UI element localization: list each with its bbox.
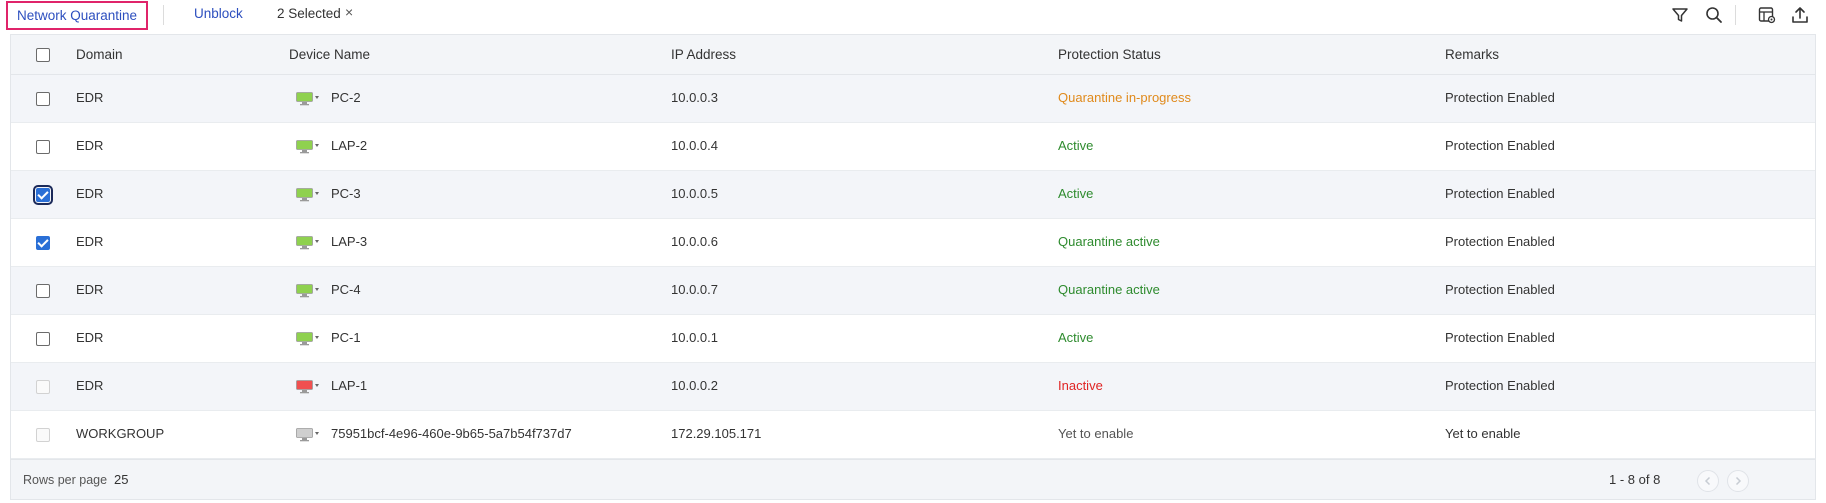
remarks-cell: Protection Enabled <box>1445 138 1555 153</box>
column-header-ip-address[interactable]: IP Address <box>671 47 736 62</box>
ip-address-cell: 10.0.0.1 <box>671 330 718 345</box>
device-icon <box>296 380 322 394</box>
protection-status-cell: Quarantine in-progress <box>1058 90 1191 105</box>
device-icon <box>296 188 322 202</box>
domain-cell: EDR <box>76 90 104 105</box>
remarks-cell: Protection Enabled <box>1445 234 1555 249</box>
protection-status-cell: Yet to enable <box>1058 426 1134 441</box>
device-name-link[interactable]: PC-4 <box>331 282 361 297</box>
domain-cell: EDR <box>76 234 104 249</box>
row-checkbox[interactable] <box>36 332 50 346</box>
table-row[interactable]: WORKGROUP 75951bcf-4e96-460e-9b65-5a7b54f… <box>11 411 1815 459</box>
table-header: Domain Device Name IP Address Protection… <box>11 35 1815 75</box>
network-quarantine-button[interactable]: Network Quarantine <box>6 1 148 30</box>
remarks-cell: Yet to enable <box>1445 426 1521 441</box>
row-checkbox[interactable] <box>36 284 50 298</box>
selected-count: 2 Selected <box>277 6 341 21</box>
device-icon <box>296 140 322 154</box>
table-row[interactable]: EDR PC-4 10.0.0.7 Quarantine active Protecti… <box>11 267 1815 315</box>
domain-cell: EDR <box>76 378 104 393</box>
rows-per-page-label: Rows per page <box>23 473 108 487</box>
table-footer: Rows per page 25 1 - 8 of 8 <box>11 459 1815 499</box>
device-name-link[interactable]: PC-3 <box>331 186 361 201</box>
table-row[interactable]: EDR PC-3 10.0.0.5 Active Protection Enabled <box>11 171 1815 219</box>
protection-status-cell: Active <box>1058 138 1094 153</box>
row-checkbox <box>36 428 50 442</box>
column-settings-icon[interactable] <box>1756 4 1778 26</box>
prev-page-button[interactable] <box>1697 470 1719 492</box>
device-icon <box>296 284 322 298</box>
ip-address-cell: 10.0.0.6 <box>671 234 718 249</box>
column-header-remarks[interactable]: Remarks <box>1445 47 1499 62</box>
table-row[interactable]: EDR PC-2 10.0.0.3 Quarantine in-progress Pro… <box>11 75 1815 123</box>
toolbar-divider <box>1735 5 1736 25</box>
device-icon <box>296 236 322 250</box>
remarks-cell: Protection Enabled <box>1445 90 1555 105</box>
ip-address-cell: 10.0.0.2 <box>671 378 718 393</box>
device-icon <box>296 92 322 106</box>
row-checkbox[interactable] <box>36 140 50 154</box>
ip-address-cell: 10.0.0.4 <box>671 138 718 153</box>
protection-status-cell: Inactive <box>1058 378 1103 393</box>
device-name-link[interactable]: PC-2 <box>331 90 361 105</box>
ip-address-cell: 10.0.0.5 <box>671 186 718 201</box>
filter-icon[interactable] <box>1669 4 1691 26</box>
toolbar-divider <box>163 5 164 25</box>
device-name-link[interactable]: 75951bcf-4e96-460e-9b65-5a7b54f737d7 <box>331 426 572 441</box>
rows-per-page-select[interactable]: 25 <box>114 472 128 487</box>
domain-cell: EDR <box>76 330 104 345</box>
pagination-info: 1 - 8 of 8 <box>1609 472 1661 487</box>
device-name-link[interactable]: PC-1 <box>331 330 361 345</box>
next-page-button[interactable] <box>1727 470 1749 492</box>
devices-table: Domain Device Name IP Address Protection… <box>10 34 1816 500</box>
domain-cell: WORKGROUP <box>76 426 165 441</box>
action-toolbar: Network Quarantine Unblock 2 Selected × <box>0 0 1826 30</box>
remarks-cell: Protection Enabled <box>1445 378 1555 393</box>
table-row[interactable]: EDR LAP-1 10.0.0.2 Inactive Protection Enabl… <box>11 363 1815 411</box>
domain-cell: EDR <box>76 138 104 153</box>
device-name-link[interactable]: LAP-1 <box>331 378 367 393</box>
row-checkbox <box>36 380 50 394</box>
protection-status-cell: Active <box>1058 186 1094 201</box>
search-icon[interactable] <box>1703 4 1725 26</box>
device-name-link[interactable]: LAP-3 <box>331 234 367 249</box>
ip-address-cell: 10.0.0.7 <box>671 282 718 297</box>
protection-status-cell: Quarantine active <box>1058 234 1160 249</box>
remarks-cell: Protection Enabled <box>1445 282 1555 297</box>
export-icon[interactable] <box>1789 4 1811 26</box>
device-name-link[interactable]: LAP-2 <box>331 138 367 153</box>
ip-address-cell: 172.29.105.171 <box>671 426 762 441</box>
row-checkbox[interactable] <box>33 185 53 205</box>
unblock-button[interactable]: Unblock <box>194 6 243 21</box>
protection-status-cell: Quarantine active <box>1058 282 1160 297</box>
row-checkbox[interactable] <box>36 236 50 250</box>
remarks-cell: Protection Enabled <box>1445 330 1555 345</box>
device-icon <box>296 428 322 442</box>
table-row[interactable]: EDR LAP-2 10.0.0.4 Active Protection Enabled <box>11 123 1815 171</box>
device-icon <box>296 332 322 346</box>
column-header-device-name[interactable]: Device Name <box>289 47 370 62</box>
clear-selection-icon[interactable]: × <box>345 4 353 20</box>
remarks-cell: Protection Enabled <box>1445 186 1555 201</box>
domain-cell: EDR <box>76 186 104 201</box>
column-header-domain[interactable]: Domain <box>76 47 123 62</box>
row-checkbox[interactable] <box>36 92 50 106</box>
table-row[interactable]: EDR PC-1 10.0.0.1 Active Protection Enabled <box>11 315 1815 363</box>
domain-cell: EDR <box>76 282 104 297</box>
select-all-checkbox[interactable] <box>36 48 50 62</box>
ip-address-cell: 10.0.0.3 <box>671 90 718 105</box>
table-row[interactable]: EDR LAP-3 10.0.0.6 Quarantine active Protect… <box>11 219 1815 267</box>
column-header-protection-status[interactable]: Protection Status <box>1058 47 1161 62</box>
protection-status-cell: Active <box>1058 330 1094 345</box>
